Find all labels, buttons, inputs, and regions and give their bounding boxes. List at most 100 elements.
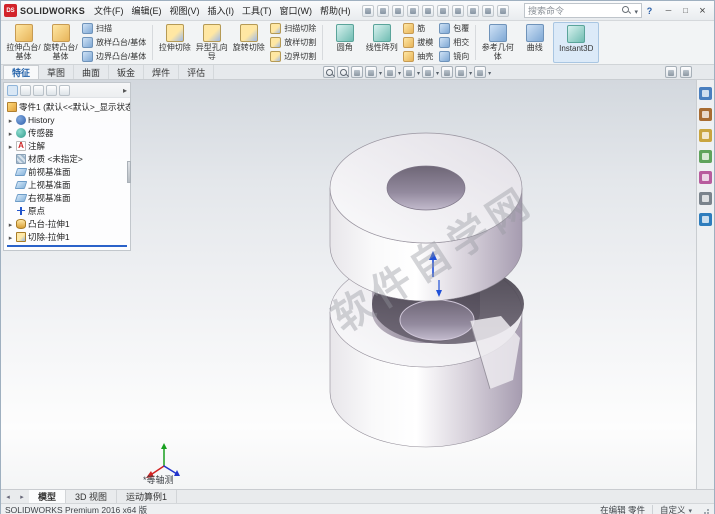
- rollback-bar[interactable]: [7, 245, 127, 247]
- apply-scene-chevron-icon[interactable]: [469, 67, 472, 77]
- wrap-button[interactable]: 包覆: [439, 22, 469, 35]
- zoom-to-fit-icon[interactable]: [323, 66, 335, 78]
- print-icon[interactable]: [407, 5, 419, 17]
- hole-wizard-button[interactable]: 异型孔向导: [193, 22, 230, 63]
- appearance-icon[interactable]: [497, 5, 509, 17]
- panel-splitter[interactable]: [127, 161, 131, 183]
- maximize-button[interactable]: [677, 3, 694, 18]
- tab-sheet-metal[interactable]: 钣金: [109, 65, 144, 79]
- dimxpertmanager-icon[interactable]: [46, 85, 57, 96]
- bottom-hole[interactable]: [400, 300, 474, 340]
- view-settings-icon[interactable]: [474, 66, 486, 78]
- tree-item-origin[interactable]: 原点: [4, 204, 130, 217]
- tab-3d-views[interactable]: 3D 视图: [66, 490, 117, 503]
- view-settings-chevron-icon[interactable]: [488, 67, 491, 77]
- resize-grip[interactable]: [700, 505, 710, 514]
- reference-geometry-button[interactable]: 参考几何体: [479, 22, 516, 63]
- boundary-cut-button[interactable]: 边界切割: [270, 50, 316, 63]
- custom-properties-icon[interactable]: [699, 192, 712, 205]
- display-style-icon[interactable]: [403, 66, 415, 78]
- solidworks-resources-icon[interactable]: [699, 87, 712, 100]
- extrude-cut-button[interactable]: 拉伸切除: [156, 22, 193, 63]
- instant3d-toggle[interactable]: Instant3D: [553, 22, 599, 63]
- search-input[interactable]: [528, 6, 619, 16]
- customize-menu[interactable]: 自定义: [660, 504, 692, 514]
- display-pane-icon[interactable]: [665, 66, 677, 78]
- tab-weldments[interactable]: 焊件: [144, 65, 179, 79]
- expand-arrow-icon[interactable]: [7, 232, 14, 242]
- tab-scroll-left-icon[interactable]: [1, 490, 15, 503]
- menu-insert[interactable]: 插入(I): [204, 2, 239, 20]
- hide-show-items-icon[interactable]: [422, 66, 434, 78]
- part-model[interactable]: [330, 133, 524, 447]
- revolve-boss-button[interactable]: 旋转凸台/基体: [42, 22, 79, 63]
- undo-icon[interactable]: [422, 5, 434, 17]
- tab-features[interactable]: 特征: [3, 65, 39, 79]
- boundary-boss-button[interactable]: 边界凸台/基体: [82, 50, 146, 63]
- expand-arrow-icon[interactable]: [7, 219, 14, 229]
- tab-evaluate[interactable]: 评估: [179, 65, 214, 79]
- appearances-scenes-icon[interactable]: [699, 171, 712, 184]
- edit-appearance-icon[interactable]: [441, 66, 453, 78]
- shell-button[interactable]: 抽壳: [403, 50, 433, 63]
- view-orientation-chevron-icon[interactable]: [398, 67, 401, 77]
- minimize-button[interactable]: [660, 3, 677, 18]
- featuremanager-tree-icon[interactable]: [7, 85, 18, 96]
- tab-model[interactable]: 模型: [29, 490, 66, 503]
- close-button[interactable]: [694, 3, 711, 18]
- draft-button[interactable]: 拔模: [403, 36, 433, 49]
- linear-pattern-button[interactable]: 线性阵列: [363, 22, 400, 63]
- sweep-button[interactable]: 扫描: [82, 22, 146, 35]
- apply-scene-icon[interactable]: [455, 66, 467, 78]
- search-icon[interactable]: [622, 6, 631, 15]
- redo-icon[interactable]: [437, 5, 449, 17]
- section-view-icon[interactable]: [365, 66, 377, 78]
- top-hole[interactable]: [387, 166, 465, 210]
- intersect-button[interactable]: 相交: [439, 36, 469, 49]
- tree-item-front-plane[interactable]: 前视基准面: [4, 165, 130, 178]
- selection-icon[interactable]: [452, 5, 464, 17]
- design-library-icon[interactable]: [699, 108, 712, 121]
- tree-item-boss-extrude1[interactable]: 凸台-拉伸1: [4, 217, 130, 230]
- open-file-icon[interactable]: [377, 5, 389, 17]
- curves-button[interactable]: 曲线: [516, 22, 553, 63]
- expand-arrow-icon[interactable]: [7, 141, 14, 151]
- view-palette-icon[interactable]: [699, 150, 712, 163]
- tree-item-top-plane[interactable]: 上视基准面: [4, 178, 130, 191]
- tree-root[interactable]: 零件1 (默认<<默认>_显示状态 1>): [4, 100, 130, 113]
- section-view-chevron-icon[interactable]: [379, 67, 382, 77]
- expand-arrow-icon[interactable]: [7, 115, 14, 125]
- tab-sketch[interactable]: 草图: [39, 65, 74, 79]
- tree-item-cut-extrude1[interactable]: 切除-拉伸1: [4, 230, 130, 243]
- tab-surfaces[interactable]: 曲面: [74, 65, 109, 79]
- loft-cut-button[interactable]: 放样切割: [270, 36, 316, 49]
- menu-tools[interactable]: 工具(T): [238, 2, 276, 20]
- revolve-cut-button[interactable]: 旋转切除: [230, 22, 267, 63]
- help-button[interactable]: [642, 6, 657, 16]
- new-file-icon[interactable]: [362, 5, 374, 17]
- rebuild-icon[interactable]: [467, 5, 479, 17]
- tab-motion-study[interactable]: 运动算例1: [117, 490, 177, 503]
- loft-button[interactable]: 放样凸台/基体: [82, 36, 146, 49]
- menu-view[interactable]: 视图(V): [166, 2, 204, 20]
- fillet-button[interactable]: 圆角: [326, 22, 363, 63]
- displaymanager-icon[interactable]: [59, 85, 70, 96]
- menu-edit[interactable]: 编辑(E): [128, 2, 166, 20]
- file-explorer-icon[interactable]: [699, 129, 712, 142]
- previous-view-icon[interactable]: [351, 66, 363, 78]
- panel-expand-chevron-icon[interactable]: [123, 85, 127, 95]
- tree-item-annotations[interactable]: 注解: [4, 139, 130, 152]
- hide-show-chevron-icon[interactable]: [436, 67, 439, 77]
- mirror-button[interactable]: 镜向: [439, 50, 469, 63]
- sweep-cut-button[interactable]: 扫描切除: [270, 22, 316, 35]
- tab-scroll-right-icon[interactable]: [15, 490, 29, 503]
- tree-item-sensors[interactable]: 传感器: [4, 126, 130, 139]
- menu-help[interactable]: 帮助(H): [316, 2, 355, 20]
- tree-item-history[interactable]: History: [4, 113, 130, 126]
- menu-file[interactable]: 文件(F): [90, 2, 128, 20]
- zoom-to-area-icon[interactable]: [337, 66, 349, 78]
- solidworks-forum-icon[interactable]: [699, 213, 712, 226]
- tree-item-material[interactable]: 材质 <未指定>: [4, 152, 130, 165]
- configurationmanager-icon[interactable]: [33, 85, 44, 96]
- tree-item-right-plane[interactable]: 右视基准面: [4, 191, 130, 204]
